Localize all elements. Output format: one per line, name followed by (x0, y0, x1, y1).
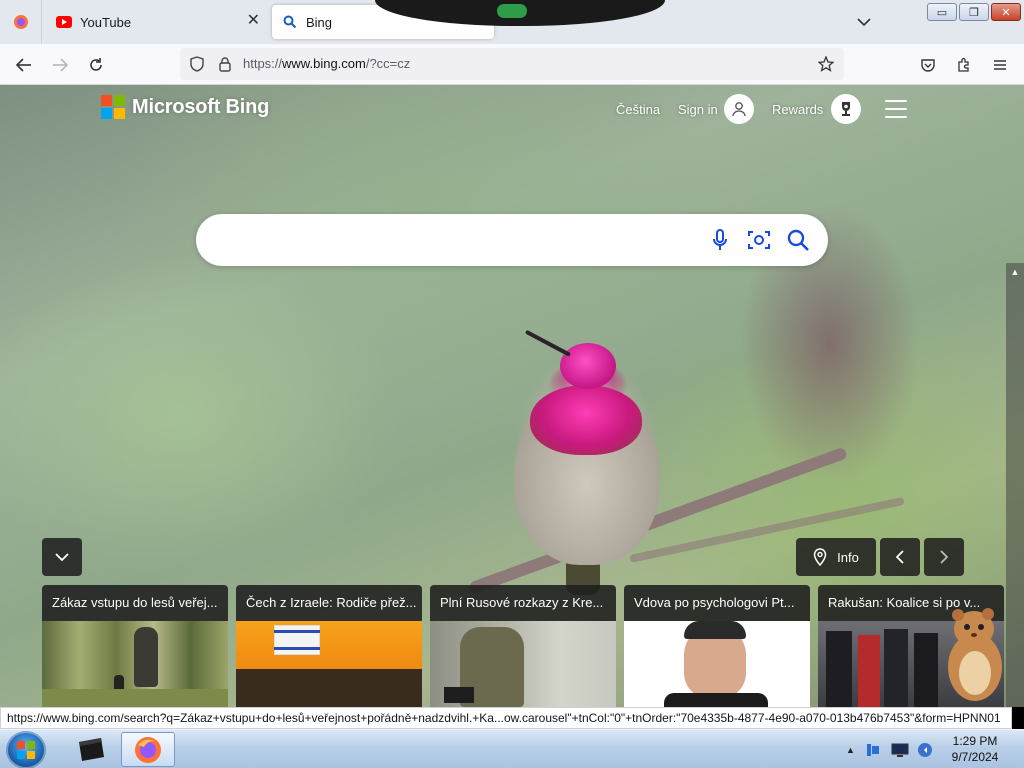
collapse-feed-button[interactable] (42, 538, 82, 576)
url-prefix: https:// (243, 56, 283, 71)
background-hummingbird (524, 329, 571, 357)
taskbar-clock[interactable]: 1:29 PM 9/7/2024 (940, 733, 1010, 765)
rewards-link[interactable]: Rewards (772, 102, 823, 117)
rewards-trophy-button[interactable] (831, 94, 861, 124)
start-button[interactable] (6, 731, 46, 768)
list-all-tabs-button[interactable] (852, 10, 876, 34)
news-card-title: Plní Rusové rozkazy z Kre... (430, 585, 616, 621)
close-window-button[interactable]: ✕ (991, 3, 1021, 21)
microphone-icon[interactable] (707, 227, 733, 253)
page-scrollbar[interactable]: ▲ (1006, 263, 1024, 707)
lock-icon[interactable] (217, 56, 233, 72)
hamburger-icon (994, 60, 1006, 70)
scroll-up-icon[interactable]: ▲ (1006, 263, 1024, 281)
firefox-icon (13, 15, 28, 29)
pocket-icon (921, 58, 935, 72)
youtube-icon (56, 14, 72, 30)
puzzle-icon (958, 57, 969, 72)
info-label: Info (837, 549, 859, 565)
reload-icon (90, 58, 102, 71)
news-card-title: Čech z Izraele: Rodiče přež... (236, 585, 422, 621)
monitor-icon[interactable] (891, 742, 909, 758)
taskbar-app-firefox[interactable] (121, 732, 175, 767)
chevron-right-icon (940, 550, 948, 564)
avatar[interactable] (724, 94, 754, 124)
news-card[interactable]: Čech z Izraele: Rodiče přež... (236, 585, 422, 707)
firefox-icon (135, 736, 161, 763)
sign-in-link[interactable]: Sign in (678, 102, 718, 117)
pocket-button[interactable] (915, 52, 941, 78)
search-icon (282, 14, 298, 30)
user-icon (732, 102, 746, 117)
news-card-image (430, 621, 616, 707)
clock-time: 1:29 PM (952, 734, 998, 748)
clock-date: 9/7/2024 (951, 750, 999, 764)
minimize-button[interactable]: ▭ (927, 3, 957, 21)
image-info-button[interactable]: Info (796, 538, 876, 576)
extensions-button[interactable] (951, 52, 977, 78)
chevron-down-icon (857, 18, 871, 26)
windows-logo-icon (17, 741, 35, 759)
url-text: https://www.bing.com/?cc=cz (243, 56, 410, 71)
language-link[interactable]: Čeština (616, 102, 660, 117)
search-input[interactable] (220, 226, 700, 254)
search-box (196, 214, 828, 266)
previous-image-button[interactable] (880, 538, 920, 576)
bookmark-star-icon[interactable] (818, 56, 834, 72)
maximize-button[interactable]: ❐ (959, 3, 989, 21)
camera-indicator (497, 4, 527, 18)
tab-youtube[interactable]: YouTube ✕ (44, 5, 270, 39)
news-card[interactable]: Plní Rusové rozkazy z Kre... (430, 585, 616, 707)
browser-tabstrip: YouTube ✕ Bing ▭ ❐ ✕ (0, 0, 1024, 44)
hamster-mascot-icon (948, 608, 1002, 701)
forward-button[interactable] (47, 52, 73, 78)
app-menu-button[interactable] (987, 52, 1013, 78)
next-image-button[interactable] (924, 538, 964, 576)
url-path: /?cc=cz (365, 56, 411, 71)
forward-arrow-icon (53, 58, 68, 72)
chevron-left-icon (896, 550, 904, 564)
tab-label: Bing (306, 14, 333, 30)
volume-icon[interactable] (917, 742, 933, 758)
navigation-toolbar: https://www.bing.com/?cc=cz (0, 44, 1024, 85)
url-host: www.bing.com (282, 56, 366, 71)
location-pin-icon (813, 548, 827, 566)
tab-label: YouTube (80, 14, 132, 30)
news-card-image (42, 621, 228, 707)
microsoft-logo-icon (101, 95, 125, 119)
show-hidden-icons-icon[interactable]: ▲ (846, 745, 855, 755)
search-submit-icon[interactable] (785, 227, 811, 253)
window-controls: ▭ ❐ ✕ (927, 3, 1021, 21)
chevron-down-icon (55, 553, 69, 561)
back-button[interactable] (11, 52, 37, 78)
news-card-title: Zákaz vstupu do lesů veřej... (42, 585, 228, 621)
news-card-image (236, 621, 422, 707)
link-status-bar: https://www.bing.com/search?q=Zákaz+vstu… (0, 707, 1012, 729)
firefox-view-button[interactable] (0, 0, 42, 44)
bing-menu-button[interactable] (885, 100, 907, 118)
network-flag-icon[interactable] (865, 742, 881, 758)
news-card[interactable]: Zákaz vstupu do lesů veřej... (42, 585, 228, 707)
bing-logo[interactable]: Microsoft Bing (101, 95, 269, 119)
reload-button[interactable] (83, 52, 109, 78)
address-bar[interactable]: https://www.bing.com/?cc=cz (180, 48, 844, 80)
bing-logo-text: Microsoft Bing (132, 95, 270, 118)
trophy-icon (842, 102, 850, 116)
bing-homepage: Microsoft Bing Čeština Sign in Rewards I… (0, 85, 1024, 707)
close-tab-icon[interactable]: ✕ (247, 13, 260, 29)
news-card[interactable]: Vdova po psychologovi Pt... (624, 585, 810, 707)
news-card-image (624, 621, 810, 707)
tracking-protection-shield-icon[interactable] (189, 56, 205, 72)
screen: YouTube ✕ Bing ▭ ❐ ✕ https://www.bing.co… (0, 0, 1024, 768)
visual-search-camera-icon[interactable] (746, 227, 772, 253)
background-hummingbird (530, 385, 642, 455)
back-arrow-icon (16, 58, 31, 72)
taskbar-app-terminal[interactable] (64, 732, 118, 767)
news-card-title: Vdova po psychologovi Pt... (624, 585, 810, 621)
terminal-icon (79, 737, 104, 761)
system-tray: ▲ (846, 730, 933, 768)
background-hummingbird (560, 343, 616, 389)
windows-taskbar: ▲ 1:29 PM 9/7/2024 (0, 729, 1024, 768)
